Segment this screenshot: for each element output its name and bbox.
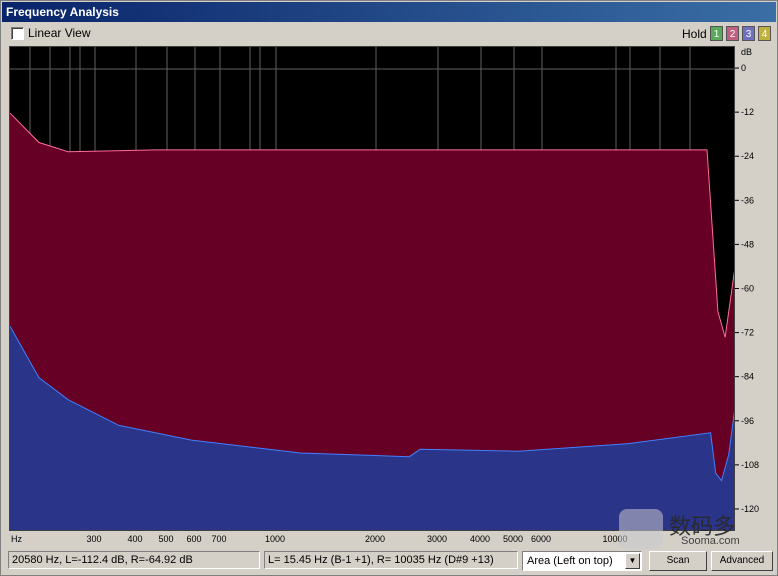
x-tick-label: 2000 bbox=[365, 534, 385, 544]
y-axis-unit: dB bbox=[741, 47, 752, 57]
x-tick-label: 6000 bbox=[531, 534, 551, 544]
x-tick-label: 500 bbox=[158, 534, 173, 544]
window-title: Frequency Analysis bbox=[2, 2, 776, 22]
hold-label: Hold bbox=[682, 27, 707, 41]
hold-button-1[interactable]: 1 bbox=[710, 26, 723, 41]
x-tick-label: 5000 bbox=[503, 534, 523, 544]
toolbar: Linear View Hold 1 2 3 4 bbox=[2, 23, 776, 45]
y-tick-label: -60 bbox=[741, 284, 754, 294]
x-tick-label: 4000 bbox=[470, 534, 490, 544]
y-tick-label: -72 bbox=[741, 328, 754, 338]
x-tick-label: 3000 bbox=[427, 534, 447, 544]
linear-view-label[interactable]: Linear View bbox=[28, 26, 90, 40]
chevron-down-icon[interactable]: ▼ bbox=[625, 553, 640, 569]
hold-button-4[interactable]: 4 bbox=[758, 26, 771, 41]
y-axis: dB0-12-24-36-48-60-72-84-96-108-120 bbox=[735, 46, 769, 531]
x-axis-unit: Hz bbox=[11, 534, 22, 544]
watermark-logo-icon bbox=[619, 509, 663, 549]
y-tick-label: -36 bbox=[741, 195, 754, 205]
status-bar: 20580 Hz, L=-112.4 dB, R=-64.92 dB L= 15… bbox=[2, 549, 776, 575]
display-mode-select[interactable]: Area (Left on top) ▼ bbox=[522, 551, 642, 571]
cursor-readout: 20580 Hz, L=-112.4 dB, R=-64.92 dB bbox=[8, 551, 260, 569]
y-tick-label: -12 bbox=[741, 107, 754, 117]
y-tick-label: -24 bbox=[741, 151, 754, 161]
x-tick-label: 700 bbox=[211, 534, 226, 544]
spectrum-plot[interactable] bbox=[9, 46, 735, 531]
hold-button-3[interactable]: 3 bbox=[742, 26, 755, 41]
linear-view-checkbox[interactable] bbox=[11, 27, 24, 40]
watermark: 数码多 Sooma.com bbox=[619, 507, 769, 551]
y-tick-label: -84 bbox=[741, 372, 754, 382]
spectrum-plot-area: dB 0 -12 -24 -36 -48 -60 -72 -84 -96 -108 -120 Hz 30… bbox=[9, 46, 769, 546]
watermark-url: Sooma.com bbox=[681, 535, 740, 547]
marker-readout: L= 15.45 Hz (B-1 +1), R= 10035 Hz (D#9 +… bbox=[264, 551, 518, 569]
y-tick-label: 0 bbox=[741, 63, 746, 73]
x-tick-label: 300 bbox=[86, 534, 101, 544]
scan-button[interactable]: Scan bbox=[649, 551, 707, 571]
advanced-button[interactable]: Advanced bbox=[711, 551, 773, 571]
display-mode-value: Area (Left on top) bbox=[527, 555, 613, 567]
y-tick-label: -108 bbox=[741, 460, 759, 470]
frequency-analysis-window: Frequency Analysis Linear View Hold 1 2 … bbox=[0, 0, 778, 576]
hold-button-2[interactable]: 2 bbox=[726, 26, 739, 41]
x-tick-label: 1000 bbox=[265, 534, 285, 544]
x-tick-label: 600 bbox=[186, 534, 201, 544]
x-tick-label: 400 bbox=[127, 534, 142, 544]
y-tick-label: -96 bbox=[741, 416, 754, 426]
y-tick-label: -48 bbox=[741, 239, 754, 249]
